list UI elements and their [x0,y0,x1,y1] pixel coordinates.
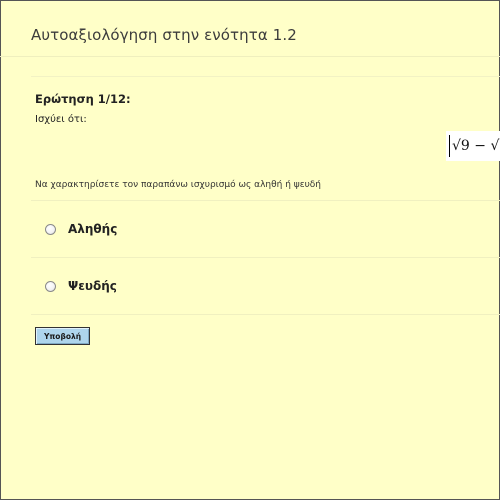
question-number: Ερώτηση 1/12: [35,92,131,106]
option-false[interactable]: Ψευδής [45,275,117,297]
submit-button[interactable]: Υποβολή [35,327,90,345]
page-frame [0,0,500,500]
option-true-label: Αληθής [68,222,118,236]
formula-text: √9 − √ [452,138,500,154]
radio-true[interactable] [45,223,56,235]
radio-false[interactable] [45,280,56,292]
question-stem: Ισχύει ότι: [35,114,87,125]
page-title: Αυτοαξιολόγηση στην ενότητα 1.2 [31,26,297,44]
formula-image: √9 − √ [446,131,500,161]
content-divider [31,76,500,77]
option-divider [31,314,500,315]
question-instruction: Να χαρακτηρίσετε τον παραπάνω ισχυρισμό … [35,180,321,190]
option-false-label: Ψευδής [68,279,117,293]
option-true[interactable]: Αληθής [45,218,117,240]
title-divider [0,56,500,57]
option-divider [31,257,500,258]
absolute-value-bar [449,135,450,157]
option-divider [31,200,500,201]
